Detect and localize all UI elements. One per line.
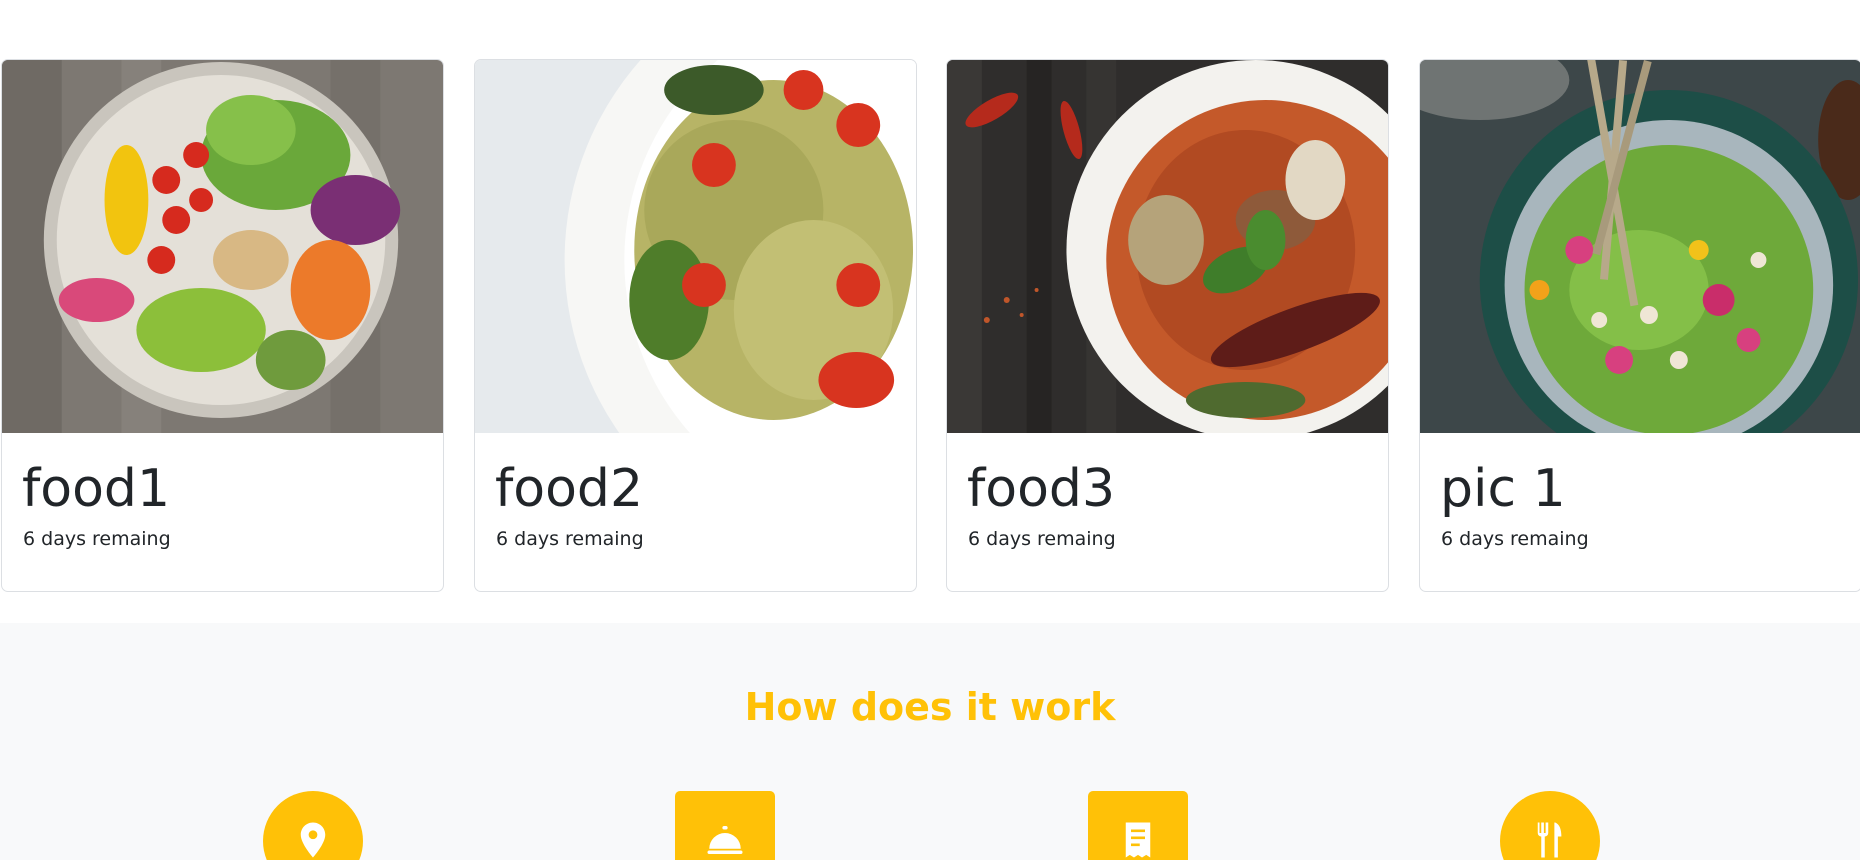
card-title: food3: [967, 459, 1116, 519]
food-card-row: food1 6 days remaing food2 6 days remain…: [0, 59, 1860, 592]
how-it-works-section: How does it work: [0, 623, 1860, 860]
section-title: How does it work: [744, 685, 1116, 729]
food-card[interactable]: pic 1 6 days remaing: [1419, 59, 1860, 592]
card-subtitle: 6 days remaing: [496, 528, 644, 550]
food-card[interactable]: food1 6 days remaing: [1, 59, 444, 592]
fork-knife-icon: [1500, 791, 1600, 860]
card-title: food2: [495, 459, 644, 519]
card-subtitle: 6 days remaing: [968, 528, 1116, 550]
pasta-salad-photo: [475, 60, 916, 433]
salad-bowl-photo: [2, 60, 443, 433]
food-card[interactable]: food2 6 days remaing: [474, 59, 917, 592]
receipt-icon: [1088, 791, 1188, 860]
card-title: pic 1: [1440, 459, 1566, 519]
food-card[interactable]: food3 6 days remaing: [946, 59, 1389, 592]
card-title: food1: [22, 459, 171, 519]
curry-bowl-photo: [947, 60, 1388, 433]
location-pin-icon: [263, 791, 363, 860]
hummus-bowl-photo: [1420, 60, 1860, 433]
card-subtitle: 6 days remaing: [23, 528, 171, 550]
service-bell-icon: [675, 791, 775, 860]
card-subtitle: 6 days remaing: [1441, 528, 1589, 550]
